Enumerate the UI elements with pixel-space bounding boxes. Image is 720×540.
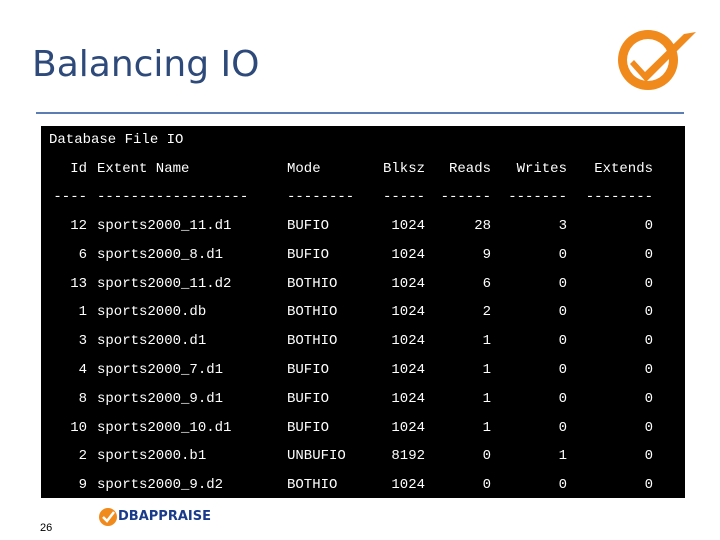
page-number: 26 [40, 522, 53, 534]
slide-title: Balancing IO [32, 44, 260, 85]
table-cell: 1 [482, 419, 491, 436]
title-divider [36, 112, 684, 114]
table-cell: 0 [644, 419, 653, 436]
table-cell: 1 [482, 390, 491, 407]
table-cell: sports2000.b1 [97, 448, 207, 465]
table-cell: 8 [78, 390, 87, 407]
brand-name: DBAPPRAISE [118, 509, 211, 524]
table-cell: 0 [482, 448, 491, 465]
table-cell: sports2000_11.d2 [97, 275, 232, 292]
table-cell: 1 [558, 448, 567, 465]
table-cell: BUFIO [287, 419, 330, 436]
column-header: Extent Name [97, 161, 190, 177]
table-cell: sports2000_9.d2 [97, 477, 224, 494]
table-cell: 1024 [391, 477, 425, 494]
table-cell: 0 [558, 419, 567, 436]
table-cell: 0 [644, 246, 653, 263]
table-cell: 1024 [391, 362, 425, 378]
table-cell: 6 [78, 246, 87, 263]
table-cell: 0 [558, 275, 567, 292]
table-cell: 0 [644, 218, 653, 234]
table-cell: sports2000_9.d1 [97, 390, 224, 407]
column-underline: ----- [382, 189, 425, 205]
table-cell: 1024 [391, 390, 425, 407]
table-cell: 1024 [391, 419, 425, 436]
terminal-output: Database File IO Id Extent Name Mode Blksz R… [41, 126, 685, 498]
table-cell: BUFIO [287, 218, 330, 234]
table-cell: 1024 [391, 218, 425, 234]
table-cell: 13 [70, 275, 87, 292]
table-cell: 12 [70, 218, 87, 234]
table-cell: 0 [558, 477, 567, 494]
table-cell: 1024 [391, 304, 425, 321]
table-cell: BUFIO [287, 390, 330, 407]
table-cell: sports2000.d1 [97, 333, 207, 350]
table-cell: BUFIO [287, 362, 330, 378]
table-cell: 0 [558, 304, 567, 321]
column-header: Reads [448, 161, 491, 177]
column-header: Id [70, 161, 87, 177]
column-header: Mode [287, 161, 321, 177]
column-underline: -------- [585, 189, 653, 205]
table-cell: 0 [558, 333, 567, 350]
table-cell: 0 [644, 448, 653, 465]
column-header: Extends [594, 161, 653, 177]
table-cell: 3 [558, 218, 567, 234]
table-cell: 8192 [391, 448, 425, 465]
table-cell: 0 [644, 275, 653, 292]
table-cell: 0 [644, 304, 653, 321]
table-cell: 2 [78, 448, 87, 465]
table-cell: 0 [558, 362, 567, 378]
table-cell: 1024 [391, 275, 425, 292]
file-io-table: Id Extent Name Mode Blksz Reads Writes Extends… [41, 126, 685, 498]
table-cell: 10 [70, 419, 87, 436]
table-cell: 0 [644, 390, 653, 407]
column-underline: ---- [53, 189, 87, 205]
column-header: Blksz [382, 161, 425, 177]
table-cell: BOTHIO [287, 477, 338, 494]
table-cell: BOTHIO [287, 304, 338, 321]
column-underline: ------------------ [97, 189, 249, 205]
table-cell: 6 [482, 275, 491, 292]
column-underline: -------- [287, 189, 355, 205]
table-cell: 4 [78, 362, 87, 378]
table-cell: 0 [644, 477, 653, 494]
table-cell: 0 [644, 333, 653, 350]
table-cell: 1024 [391, 246, 425, 263]
checkmark-logo-icon [618, 30, 696, 90]
column-header: Writes [516, 161, 567, 177]
table-cell: 28 [474, 218, 491, 234]
table-cell: 0 [482, 477, 491, 494]
column-underline: ------ [440, 189, 491, 205]
table-cell: BUFIO [287, 246, 330, 263]
table-cell: sports2000_7.d1 [97, 362, 224, 378]
table-cell: 0 [558, 246, 567, 263]
table-cell: 2 [482, 304, 491, 321]
table-cell: BOTHIO [287, 333, 338, 350]
table-cell: BOTHIO [287, 275, 338, 292]
table-cell: UNBUFIO [287, 448, 346, 465]
column-underline: ------- [508, 189, 567, 205]
table-cell: 1 [482, 333, 491, 350]
table-cell: 1 [78, 304, 87, 321]
table-cell: 1024 [391, 333, 425, 350]
table-cell: 3 [78, 333, 87, 350]
table-cell: sports2000.db [97, 304, 207, 321]
table-cell: sports2000_8.d1 [97, 246, 224, 263]
table-cell: 0 [558, 390, 567, 407]
table-cell: 1 [482, 362, 491, 378]
table-cell: sports2000_11.d1 [97, 218, 232, 234]
table-cell: 9 [482, 246, 491, 263]
table-cell: sports2000_10.d1 [97, 419, 232, 436]
table-cell: 9 [78, 477, 87, 494]
table-cell: 0 [644, 362, 653, 378]
